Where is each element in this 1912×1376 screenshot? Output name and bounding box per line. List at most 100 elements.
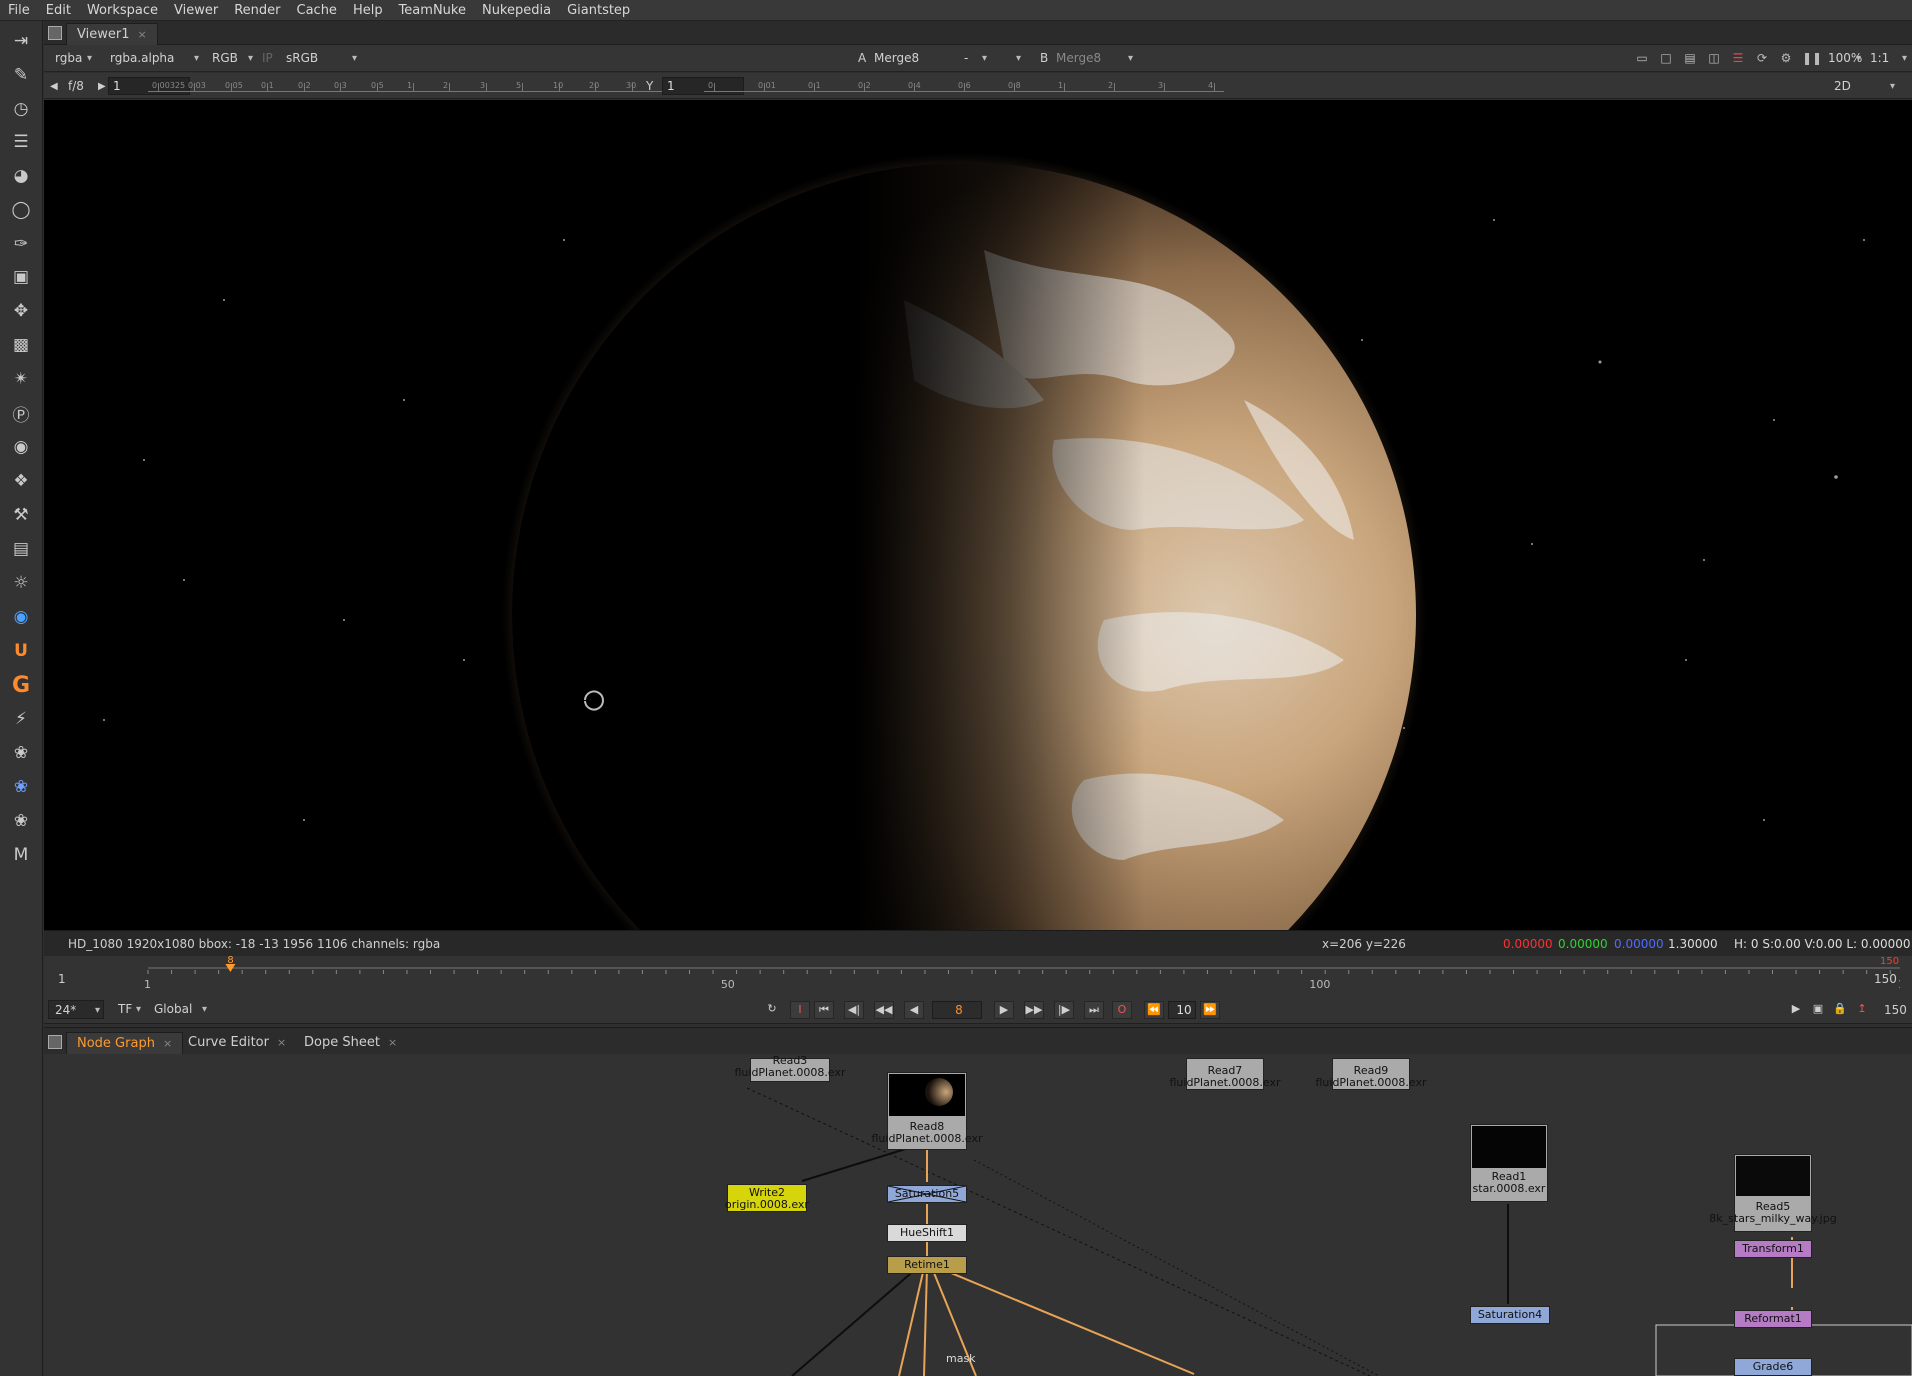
keyer-icon[interactable]: ✑ <box>9 232 33 256</box>
display-channels-dropdown[interactable]: RGB <box>206 49 256 68</box>
filter-icon[interactable]: ◯ <box>9 198 33 222</box>
view-mode-dropdown[interactable]: 2D <box>1828 77 1898 96</box>
close-icon[interactable]: × <box>388 1036 397 1049</box>
gain-scale-tick-label: 0.2 <box>298 81 311 90</box>
deep-icon[interactable]: Ⓟ <box>9 401 33 426</box>
loop-icon[interactable]: ↻ <box>762 1001 782 1019</box>
close-icon[interactable]: × <box>137 28 146 41</box>
out-point-icon[interactable]: O <box>1112 1001 1132 1019</box>
gain-scale-tick-label: 0.00325 <box>152 81 186 90</box>
menu-file[interactable]: File <box>0 0 38 21</box>
timeline-ruler[interactable]: 1501001508150 <box>100 956 1900 996</box>
tab-viewer1[interactable]: Viewer1 × <box>66 23 158 45</box>
last-frame-icon[interactable]: ⏭ <box>1084 1001 1104 1019</box>
pane-menu-icon[interactable] <box>48 1035 62 1049</box>
gamma-slider[interactable]: 0 0.01 0.1 0.2 0.4 0.6 0.8 1 2 3 4 <box>704 81 1224 92</box>
out-marker-icon[interactable]: ↥ <box>1852 1001 1872 1019</box>
gizmo-icon[interactable]: ❀ <box>9 741 33 765</box>
merge-icon[interactable]: ▣ <box>9 265 33 289</box>
viewer-canvas[interactable] <box>44 100 1912 930</box>
plugin-icon[interactable]: ⚡ <box>9 707 33 731</box>
menu-viewer[interactable]: Viewer <box>166 0 226 21</box>
other-icon[interactable]: ▤ <box>9 537 33 561</box>
transform-icon[interactable]: ✥ <box>9 299 33 323</box>
step-forward-icon[interactable]: ▶▶ <box>1024 1001 1044 1019</box>
menu-giantstep[interactable]: Giantstep <box>559 0 638 21</box>
pause-icon[interactable]: ❚❚ <box>1802 50 1822 66</box>
furnace-icon[interactable]: ☼ <box>9 571 33 595</box>
tab-curve-editor[interactable]: Curve Editor × <box>178 1032 296 1054</box>
menu-help[interactable]: Help <box>345 0 391 21</box>
clipping-icon[interactable]: ☰ <box>1730 50 1746 66</box>
first-frame-icon[interactable]: ⏮ <box>814 1001 834 1019</box>
m-icon[interactable]: M <box>9 843 33 867</box>
plugin-u-icon[interactable]: U <box>9 639 33 663</box>
menu-teamnuke[interactable]: TeamNuke <box>391 0 474 21</box>
gamma-label: Y <box>646 79 654 93</box>
zebra-icon[interactable]: ▤ <box>1682 50 1698 66</box>
fstop-increase-icon[interactable]: ▶ <box>98 77 106 96</box>
skip-back-icon[interactable]: ⏪ <box>1144 1001 1164 1019</box>
timeline[interactable]: 1 1501001508150 150 <box>44 956 1912 996</box>
toolsets-icon[interactable]: ⚒ <box>9 503 33 527</box>
proxy-icon[interactable]: ⚙ <box>1778 50 1794 66</box>
zoom-dropdown[interactable]: 100% <box>1822 49 1864 68</box>
play-back-icon[interactable]: ◀ <box>904 1001 924 1019</box>
flipbook-icon[interactable]: ▶ <box>1786 1001 1806 1019</box>
prev-keyframe-icon[interactable]: ◀| <box>844 1001 864 1019</box>
alpha-channel-dropdown[interactable]: rgba.alpha <box>104 49 202 68</box>
color-icon[interactable]: ◕ <box>9 164 33 188</box>
menu-workspace[interactable]: Workspace <box>79 0 166 21</box>
gizmo3-icon[interactable]: ❀ <box>9 809 33 833</box>
menu-edit[interactable]: Edit <box>38 0 79 21</box>
tab-dope-sheet[interactable]: Dope Sheet × <box>294 1032 407 1054</box>
colorspace-dropdown[interactable]: sRGB <box>280 49 360 68</box>
menu-render[interactable]: Render <box>226 0 288 21</box>
particles-icon[interactable]: ✴ <box>9 367 33 391</box>
safe-area-icon[interactable]: □ <box>1658 50 1674 66</box>
plugin-g-icon[interactable]: G <box>9 673 33 698</box>
tab-dope-sheet-label: Dope Sheet <box>304 1035 380 1050</box>
channels-dropdown[interactable]: rgba <box>49 49 95 68</box>
next-keyframe-icon[interactable]: |▶ <box>1054 1001 1074 1019</box>
ip-button[interactable]: IP <box>262 49 273 68</box>
capture-icon[interactable]: ▣ <box>1808 1001 1828 1019</box>
play-forward-icon[interactable]: ▶ <box>994 1001 1014 1019</box>
close-icon[interactable]: × <box>277 1036 286 1049</box>
views-icon[interactable]: ◉ <box>9 435 33 459</box>
composite-op-dropdown[interactable]: - <box>958 49 1024 68</box>
node-graph[interactable]: Read3 fluidPlanet.0008.exr Read8 fluidPl… <box>44 1054 1912 1376</box>
range-dropdown[interactable]: Global <box>148 1000 210 1019</box>
close-icon[interactable]: × <box>163 1037 172 1050</box>
gizmo2-icon[interactable]: ❀ <box>9 775 33 799</box>
pane-menu-icon[interactable] <box>48 26 62 40</box>
menu-nukepedia[interactable]: Nukepedia <box>474 0 559 21</box>
input-b-dropdown[interactable]: Merge8 <box>1050 49 1136 68</box>
tf-dropdown[interactable]: TF <box>112 1000 144 1019</box>
3d-icon[interactable]: ▩ <box>9 333 33 357</box>
current-frame-field[interactable]: 8 <box>932 1001 982 1019</box>
roi-icon[interactable]: ▭ <box>1634 50 1650 66</box>
fstop-decrease-icon[interactable]: ◀ <box>50 77 58 96</box>
wipe-icon[interactable]: ◫ <box>1706 50 1722 66</box>
node-graph-tabbar: Node Graph × Curve Editor × Dope Sheet × <box>44 1027 1912 1054</box>
skip-forward-icon[interactable]: ⏩ <box>1200 1001 1220 1019</box>
step-back-icon[interactable]: ◀◀ <box>874 1001 894 1019</box>
lock-icon[interactable]: 🔒 <box>1830 1001 1850 1019</box>
pixel-red: 0.00000 <box>1503 937 1553 951</box>
metadata-icon[interactable]: ❖ <box>9 469 33 493</box>
gain-scale-tick-label: 10 <box>553 81 564 90</box>
fps-dropdown[interactable]: 24* <box>48 1000 104 1020</box>
time-icon[interactable]: ◷ <box>9 97 33 121</box>
draw-icon[interactable]: ✎ <box>9 63 33 87</box>
menu-cache[interactable]: Cache <box>289 0 345 21</box>
refresh-icon[interactable]: ⟳ <box>1754 50 1770 66</box>
channel-icon[interactable]: ☰ <box>9 130 33 154</box>
gain-slider[interactable]: 0.003250.030.050.10.20.30.5123510203050 <box>148 81 678 92</box>
in-point-icon[interactable]: I <box>790 1001 810 1019</box>
image-tools-icon[interactable]: ⇥ <box>9 29 33 53</box>
ocula-icon[interactable]: ◉ <box>9 605 33 629</box>
increment-field[interactable]: 10 <box>1168 1001 1196 1019</box>
tab-node-graph[interactable]: Node Graph × <box>66 1032 184 1054</box>
ratio-dropdown[interactable]: 1:1 <box>1864 49 1910 68</box>
